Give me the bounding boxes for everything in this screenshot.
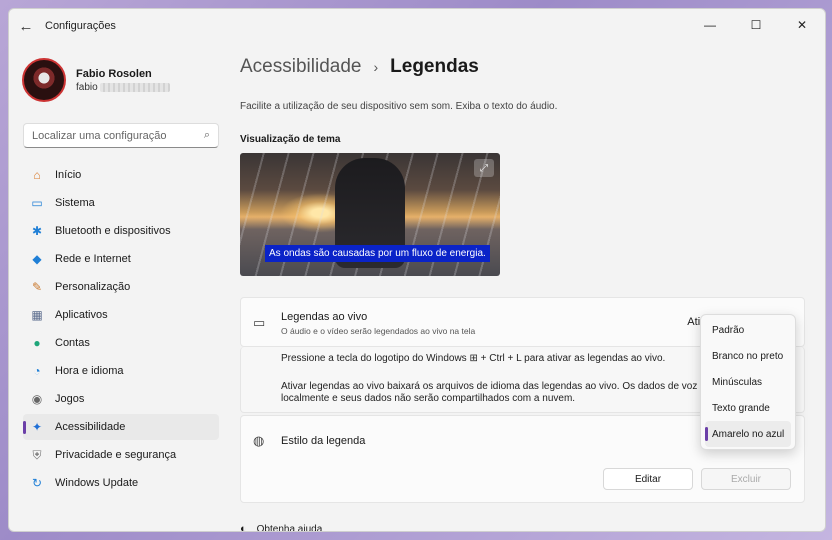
sidebar-icon-10: ⛨ <box>32 447 42 462</box>
dropdown-option[interactable]: Branco no preto <box>701 343 795 369</box>
page-title: Legendas <box>390 56 479 77</box>
sidebar-icon-3: ◆ <box>32 252 42 266</box>
sidebar-item-5[interactable]: ▦ Aplicativos <box>23 302 219 328</box>
sidebar-item-1[interactable]: ▭ Sistema <box>23 190 219 216</box>
sidebar-item-3[interactable]: ◆ Rede e Internet <box>23 246 219 272</box>
sidebar-item-label: Aplicativos <box>55 309 108 321</box>
palette-icon: ◍ <box>253 433 265 448</box>
user-name: Fabio Rosolen <box>76 67 152 80</box>
caption-style-title: Estilo da legenda <box>281 435 366 447</box>
minimize-button[interactable]: — <box>687 9 733 41</box>
sidebar-icon-2: ✱ <box>31 224 43 238</box>
sidebar-item-label: Contas <box>55 337 90 349</box>
chevron-right-icon: › <box>373 59 379 75</box>
delete-button[interactable]: Excluir <box>701 468 791 490</box>
info-download-2: localmente e seus dados não serão compar… <box>281 393 576 404</box>
sidebar-icon-11: ↻ <box>31 476 43 490</box>
sidebar-item-4[interactable]: ✎ Personalização <box>23 274 219 300</box>
expand-icon[interactable]: ⤢ <box>474 159 494 177</box>
sidebar-icon-8: ◉ <box>31 392 43 406</box>
sidebar-item-label: Jogos <box>55 393 85 405</box>
theme-preview: ⤢ As ondas são causadas por um fluxo de … <box>240 153 500 276</box>
edit-button[interactable]: Editar <box>603 468 693 490</box>
captions-icon: ▭ <box>253 315 266 330</box>
dropdown-option[interactable]: Texto grande <box>701 395 795 421</box>
sidebar-item-11[interactable]: ↻ Windows Update <box>23 470 219 496</box>
live-captions-subtitle: O áudio e o vídeo serão legendados ao vi… <box>281 325 476 336</box>
user-profile[interactable]: Fabio Rosolen fabio <box>9 43 231 111</box>
live-captions-title: Legendas ao vivo <box>281 310 368 323</box>
dropdown-option[interactable]: Minúsculas <box>701 369 795 395</box>
sidebar-item-9[interactable]: ✦ Acessibilidade <box>23 414 219 440</box>
dropdown-option[interactable]: Amarelo no azul <box>705 421 791 447</box>
sidebar-item-6[interactable]: ● Contas <box>23 330 219 356</box>
sidebar-item-10[interactable]: ⛨ Privacidade e segurança <box>23 442 219 468</box>
help-icon: ◐ <box>240 523 247 532</box>
sidebar-icon-9: ✦ <box>31 420 43 434</box>
sidebar-item-label: Acessibilidade <box>55 421 126 433</box>
dropdown-option[interactable]: Padrão <box>701 317 795 343</box>
sidebar-item-label: Personalização <box>55 281 131 293</box>
sidebar-item-label: Rede e Internet <box>55 253 131 265</box>
sidebar-item-7[interactable]: ◔ Hora e idioma <box>23 358 219 384</box>
nav-list: ⌂ Início ▭ Sistema ✱ Bluetooth e dispositivos… <box>9 162 231 496</box>
info-shortcut: Pressione a tecla do logotipo do Windows… <box>281 353 666 364</box>
email-redaction <box>99 82 170 92</box>
sidebar-icon-4: ✎ <box>31 280 43 294</box>
app-title: Configurações <box>45 20 116 32</box>
search-icon: ⌕ <box>203 129 210 141</box>
sidebar: Fabio Rosolen fabio Localizar uma config… <box>9 43 231 531</box>
sidebar-icon-6: ● <box>33 336 41 350</box>
help-label: Obtenha ajuda <box>256 523 323 532</box>
preview-heading: Visualização de tema <box>240 134 341 145</box>
sidebar-item-label: Windows Update <box>55 477 139 489</box>
user-email: fabio <box>76 81 98 93</box>
settings-window: ← Configurações — ☐ ✕ Fabio Rosolen fabi… <box>8 8 826 532</box>
breadcrumb: Acessibilidade › Legendas <box>240 53 825 81</box>
search-placeholder: Localizar uma configuração <box>32 129 167 142</box>
info-download-1: Ativar legendas ao vivo baixará os arqui… <box>281 381 726 392</box>
back-arrow-icon[interactable]: ← <box>9 9 43 43</box>
sidebar-icon-0: ⌂ <box>33 168 41 182</box>
sidebar-item-0[interactable]: ⌂ Início <box>23 162 219 188</box>
sidebar-item-label: Hora e idioma <box>55 365 124 377</box>
help-link[interactable]: ◐ Obtenha ajuda <box>240 523 323 532</box>
search-input[interactable]: Localizar uma configuração ⌕ <box>23 123 219 148</box>
page-description: Facilite a utilização de seu dispositivo… <box>240 101 558 112</box>
main-content: Acessibilidade › Legendas Facilite a uti… <box>240 43 825 531</box>
sidebar-item-2[interactable]: ✱ Bluetooth e dispositivos <box>23 218 219 244</box>
sidebar-item-label: Privacidade e segurança <box>55 449 177 461</box>
sidebar-item-label: Início <box>55 169 82 181</box>
sidebar-icon-5: ▦ <box>31 308 43 322</box>
preview-caption: As ondas são causadas por um fluxo de en… <box>265 245 490 262</box>
sidebar-item-8[interactable]: ◉ Jogos <box>23 386 219 412</box>
sidebar-icon-1: ▭ <box>31 196 43 210</box>
maximize-button[interactable]: ☐ <box>733 9 779 41</box>
close-button[interactable]: ✕ <box>779 9 825 41</box>
sidebar-icon-7: ◔ <box>33 364 41 378</box>
sidebar-item-label: Bluetooth e dispositivos <box>55 225 171 237</box>
title-bar: ← Configurações — ☐ ✕ <box>9 9 825 43</box>
caption-style-dropdown: Padrão Branco no preto Minúsculas Texto gra… <box>700 314 796 450</box>
breadcrumb-parent[interactable]: Acessibilidade <box>240 56 361 78</box>
sidebar-item-label: Sistema <box>55 197 95 209</box>
avatar <box>22 58 66 102</box>
